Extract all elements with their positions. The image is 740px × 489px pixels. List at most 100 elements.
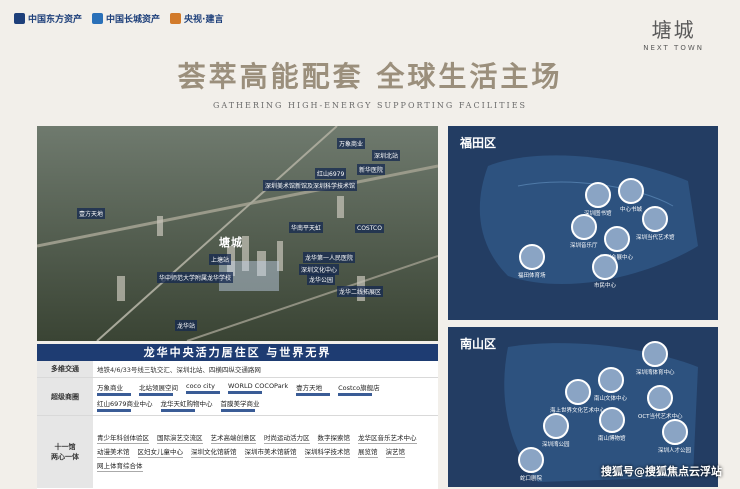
logo-3: 央视·建言 [170, 12, 223, 25]
row-label: 超级商圈 [37, 378, 93, 415]
chip-bar [97, 408, 131, 412]
chip-bar [220, 408, 255, 412]
map-tag: 上塘站 [209, 254, 232, 265]
poi-photo [584, 182, 611, 208]
amenity-chip: 首膜美学商业 [220, 398, 260, 412]
amenity-chip: 壹方天地 [296, 382, 331, 396]
amenity-chip: 龙华区音乐艺术中心 [358, 434, 417, 444]
amenity-chip: 北站领展空间 [139, 382, 178, 396]
poi-marker: 深圳音乐厅 [570, 214, 598, 249]
chip-bar [338, 392, 373, 396]
amenity-chip: 国际演艺交流区 [157, 434, 203, 444]
chip-bar [296, 392, 331, 396]
amenity-chip: WORLD COCOPark [228, 382, 288, 396]
amenity-chip: Costco旗舰店 [338, 382, 380, 396]
poi-photo [603, 226, 630, 252]
brand-logo: 塘城 NEXT TOWN [643, 14, 704, 52]
poi-photo [564, 379, 591, 405]
poi-marker: 海上世界文化艺术中心 [550, 379, 605, 414]
poi-marker: 深圳湾公园 [542, 413, 570, 448]
watermark: 搜狐号@搜狐焦点云浮站 [601, 465, 722, 478]
table-heading: 龙华中央活力居住区 与世界无界 [37, 344, 438, 361]
amenity-chip: 深圳科学技术馆 [304, 448, 350, 458]
futian-map: 福田区 深圳图书馆 中心书城 深圳音乐厅 深圳会展中心 深圳当代艺术馆 福田体育… [448, 126, 718, 320]
amenity-chip: 深圳市美术馆新馆 [244, 448, 297, 458]
chip-bar [97, 392, 131, 396]
map-tag: 万象商业 [337, 138, 366, 149]
map-tag: 红山6979 [315, 168, 347, 179]
row-body: 万象商业 北站领展空间 coco city WORLD COCOPark 壹方天… [93, 378, 438, 415]
brand-en: NEXT TOWN [643, 44, 704, 52]
logo-mark-icon [170, 13, 182, 24]
amenity-chip: 龙华天虹购物中心 [160, 398, 213, 412]
amenity-chip: 网上体育综合体 [97, 462, 143, 472]
page-title: 荟萃高能配套 全球生活主场 [177, 60, 563, 93]
amenity-chip: 青少年科创体验区 [97, 434, 149, 444]
poi-photo [618, 178, 644, 204]
poi-photo [592, 254, 618, 280]
poi-marker: OCT当代艺术中心 [638, 385, 683, 420]
amenity-chip: coco city [186, 382, 220, 396]
poi-photo [518, 244, 545, 270]
poi-photo [518, 447, 544, 473]
row-label: 十一馆 两心一体 [37, 416, 93, 488]
amenity-chip: 演艺馆 [385, 448, 405, 458]
map-tag: 深圳美术馆新馆及深圳科学技术馆 [263, 180, 358, 191]
chip-bar [160, 408, 195, 412]
amenity-chip: 时尚运动活力区 [264, 434, 310, 444]
page-subtitle: GATHERING HIGH-ENERGY SUPPORTING FACILIT… [212, 101, 528, 110]
chip-bar [186, 390, 220, 394]
row-label: 多维交通 [37, 361, 93, 377]
map-tag: 龙华公园 [307, 274, 336, 285]
futian-title: 福田区 [460, 136, 497, 150]
amenity-chip: 深圳文化馆新馆 [191, 448, 237, 458]
amenity-chip: 数字探索馆 [317, 434, 350, 444]
logo-2: 中国长城资产 [92, 12, 160, 25]
poi-marker: 市民中心 [592, 254, 618, 289]
poi-marker: 深圳当代艺术馆 [636, 206, 675, 241]
row-item: 地铁4/6/33号线三轨交汇、深圳北站、四横四纵交通路网 [97, 366, 261, 374]
map-tag: 华中师范大学附属龙华学校 [157, 272, 234, 283]
map-tag: 龙华二线拓展区 [337, 286, 384, 297]
map-tag: 新华医院 [357, 164, 386, 175]
poi-photo [598, 407, 625, 433]
chip-bar [139, 392, 173, 396]
map-tag: 华南平天虹 [289, 222, 324, 233]
poi-photo [642, 206, 669, 232]
brand-cn: 塘城 [651, 18, 696, 42]
poi-marker: 福田体育场 [518, 244, 546, 279]
nanshan-title: 南山区 [460, 337, 497, 351]
amenity-chip: 展览馆 [358, 448, 378, 458]
poi-photo [542, 413, 569, 439]
map-tag: 龙华第一人民医院 [303, 252, 356, 263]
poi-photo [642, 341, 669, 367]
row-body: 地铁4/6/33号线三轨交汇、深圳北站、四横四纵交通路网 [93, 361, 438, 377]
map-tag: 深圳文化中心 [299, 264, 340, 275]
poi-marker: 深圳人才公园 [658, 419, 691, 454]
map-tag: 龙华站 [175, 320, 198, 331]
project-label: 塘城 [219, 236, 243, 249]
poi-photo [647, 385, 674, 411]
map-tag: 壹方天地 [77, 208, 106, 219]
amenity-chip: 动漫美术馆 [97, 448, 130, 458]
amenities-table: 龙华中央活力居住区 与世界无界 多维交通 地铁4/6/33号线三轨交汇、深圳北站… [37, 344, 438, 489]
poi-photo [570, 214, 597, 240]
row-body: 青少年科创体验区 国际演艺交流区 艺术高端创意区 时尚运动活力区 数字探索馆 龙… [93, 416, 438, 488]
table-row: 十一馆 两心一体 青少年科创体验区 国际演艺交流区 艺术高端创意区 时尚运动活力… [37, 416, 438, 488]
amenity-chip: 万象商业 [97, 382, 131, 396]
poi-marker: 深圳湾体育中心 [636, 341, 675, 376]
amenity-chip: 区妇女儿童中心 [137, 448, 183, 458]
amenity-chip: 红山6979商业中心 [97, 398, 153, 412]
amenity-chip: 艺术高端创意区 [210, 434, 256, 444]
logo-1: 中国东方资产 [14, 12, 82, 25]
aerial-city-photo: 塘城 万象商业 深圳北站 红山6979 深圳美术馆新馆及深圳科学技术馆 新华医院… [37, 126, 438, 341]
map-tag: COSTCO [355, 224, 384, 233]
logo-mark-icon [92, 13, 104, 24]
poi-marker: 深圳图书馆 [584, 182, 612, 217]
map-tag: 深圳北站 [372, 150, 401, 161]
table-row: 多维交通 地铁4/6/33号线三轨交汇、深圳北站、四横四纵交通路网 [37, 361, 438, 378]
poi-marker: 蛇口剧院 [518, 447, 544, 482]
poi-marker: 南山博物馆 [598, 407, 626, 442]
partner-logos: 中国东方资产 中国长城资产 央视·建言 [14, 12, 223, 25]
logo-mark-icon [14, 13, 25, 24]
